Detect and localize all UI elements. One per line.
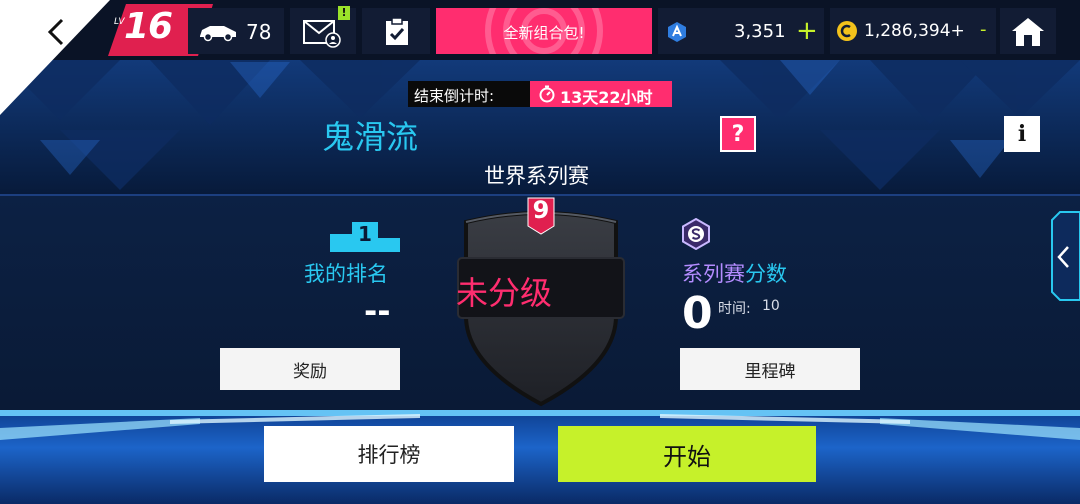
series-score-label: 系列赛分数 xyxy=(682,258,787,288)
rank-status: 未分级 xyxy=(456,274,553,312)
my-rank-value: -- xyxy=(364,292,391,330)
series-score-icon xyxy=(682,218,710,250)
credits-coin-icon xyxy=(837,21,857,41)
credits-currency[interactable]: 1,286,394+ - xyxy=(830,8,996,54)
series-score-label-score: 分数 xyxy=(745,262,787,286)
level-value: 16 xyxy=(124,6,173,47)
promo-banner[interactable]: 全新组合包! xyxy=(436,8,652,54)
tokens-value: 3,351 xyxy=(734,21,786,42)
start-button[interactable]: 开始 xyxy=(558,426,816,482)
series-score-label-series: 系列赛 xyxy=(682,262,745,286)
token-icon xyxy=(668,22,686,42)
tokens-add-button[interactable]: + xyxy=(796,16,818,46)
countdown-value-box: 13天22小时 xyxy=(530,81,672,107)
chevron-left-icon[interactable] xyxy=(1056,244,1072,270)
event-title: 鬼滑流 xyxy=(322,118,419,156)
countdown-label: 结束倒计时: xyxy=(414,87,495,105)
time-label: 时间: xyxy=(718,301,751,317)
countdown-label-box: 结束倒计时: xyxy=(408,81,530,107)
home-icon xyxy=(1012,18,1044,46)
leaderboard-button[interactable]: 排行榜 xyxy=(264,426,514,482)
countdown-value: 13天22小时 xyxy=(560,88,653,107)
mail-icon xyxy=(303,20,341,48)
my-rank-label: 我的排名 xyxy=(304,262,388,286)
promo-label: 全新组合包! xyxy=(503,24,585,42)
mail-notification-badge: ! xyxy=(338,6,350,20)
badge-number: 9 xyxy=(532,196,550,224)
cars-count: 78 xyxy=(246,20,272,44)
car-icon xyxy=(200,26,236,42)
info-button[interactable]: i xyxy=(1004,116,1040,152)
back-button[interactable] xyxy=(0,0,120,120)
milestone-button[interactable]: 里程碑 xyxy=(680,348,860,390)
countdown: 结束倒计时: 13天22小时 xyxy=(408,81,672,107)
credits-value: 1,286,394+ xyxy=(864,21,965,41)
tasks-button[interactable] xyxy=(362,8,430,54)
series-name: 世界系列赛 xyxy=(484,164,589,188)
level-prefix: LV xyxy=(114,17,125,27)
garage-button[interactable]: 78 xyxy=(188,8,284,54)
clipboard-check-icon xyxy=(386,17,408,45)
home-button[interactable] xyxy=(1000,8,1056,54)
series-score-value: 0 xyxy=(682,288,713,339)
podium-number: 1 xyxy=(358,222,372,246)
mail-button[interactable]: ! xyxy=(290,6,356,54)
timer-icon xyxy=(539,85,555,103)
tokens-currency[interactable]: 3,351 + xyxy=(658,8,824,54)
reward-button[interactable]: 奖励 xyxy=(220,348,400,390)
time-value: 10 xyxy=(762,298,780,314)
credits-extra-button[interactable]: - xyxy=(980,19,987,40)
help-button[interactable]: ? xyxy=(720,116,756,152)
